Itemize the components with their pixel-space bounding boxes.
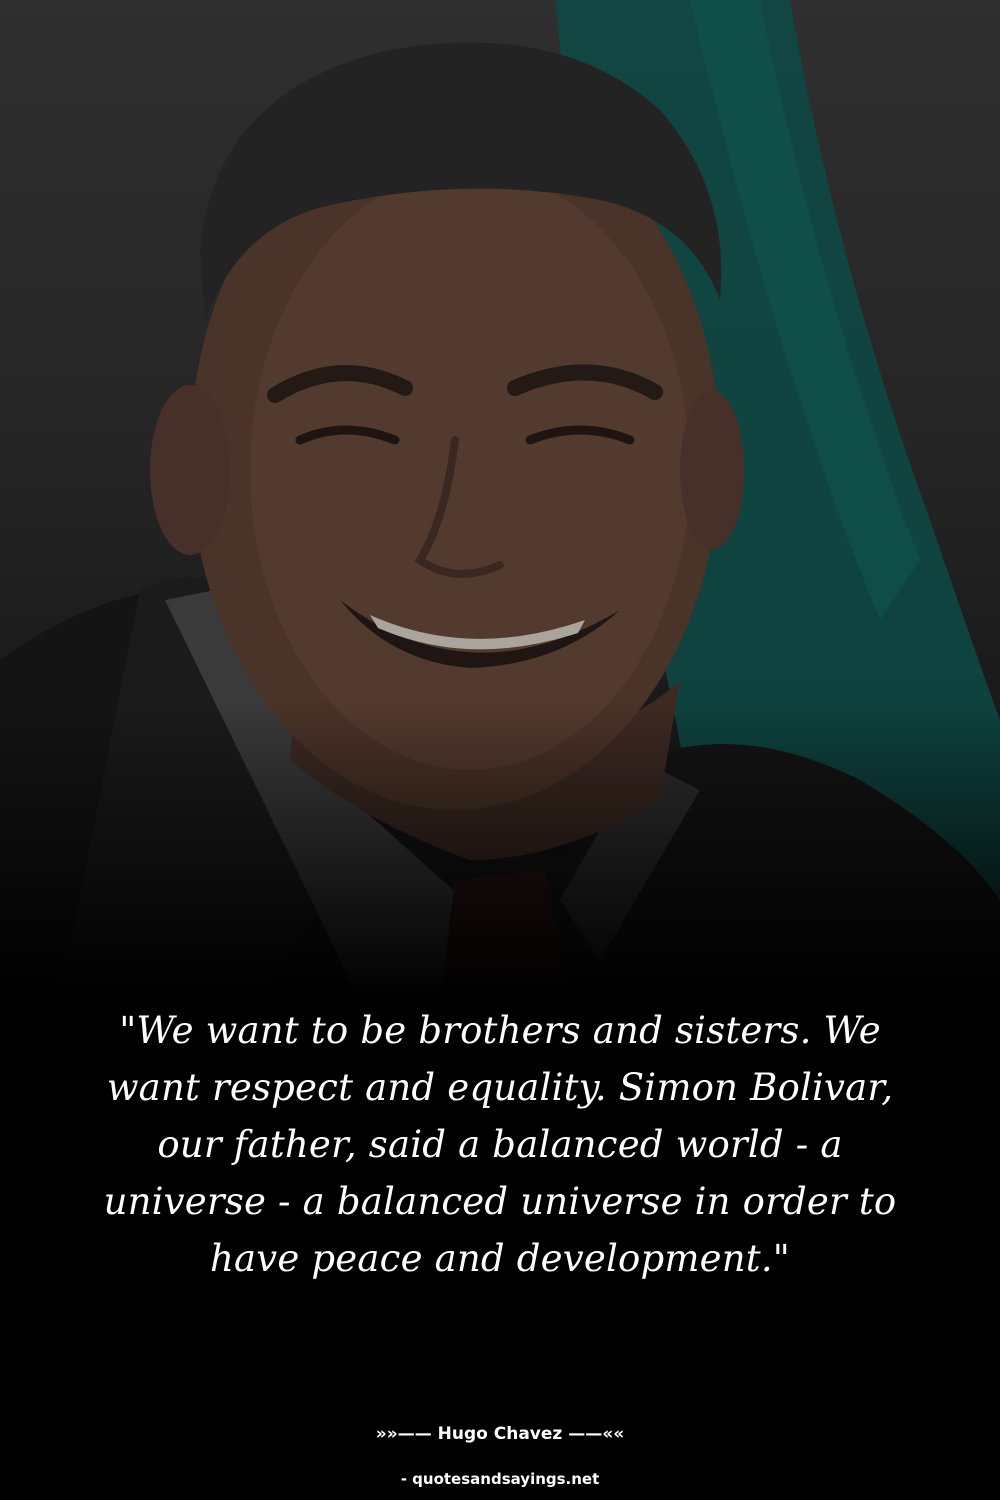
portrait-photo [0, 0, 1000, 1000]
quote-text: "We want to be brothers and sisters. We … [103, 1009, 897, 1280]
quote-author: »»—— Hugo Chavez ——«« [375, 1424, 625, 1444]
source-credit: - quotesandsayings.net [400, 1470, 600, 1488]
quote-poster: "We want to be brothers and sisters. We … [0, 0, 1000, 1500]
photo-fade-overlay [0, 700, 1000, 1000]
